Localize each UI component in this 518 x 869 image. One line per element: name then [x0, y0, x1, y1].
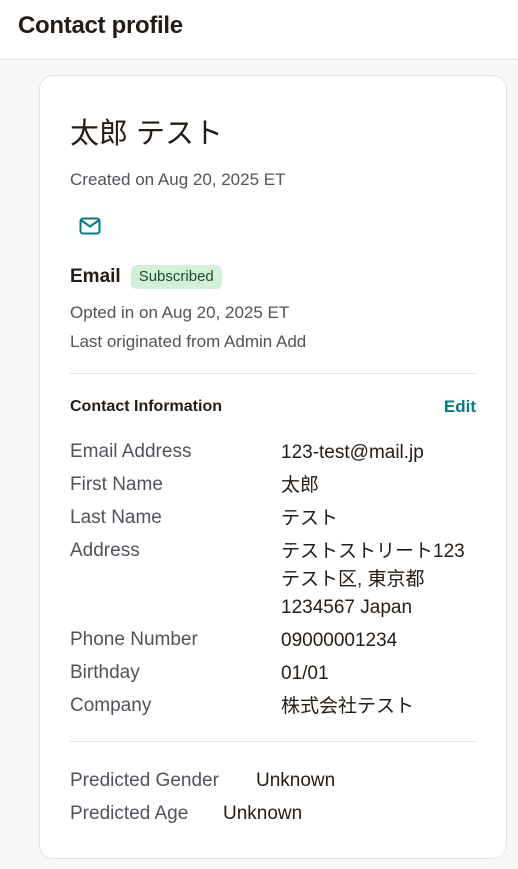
subscribed-badge: Subscribed — [130, 265, 222, 289]
divider — [70, 741, 477, 742]
edit-button[interactable]: Edit — [444, 397, 476, 417]
field-value-birthday: 01/01 — [281, 663, 329, 684]
email-label: Email — [70, 266, 121, 287]
field-value-email: 123-test@mail.jp — [281, 442, 424, 463]
field-label-last-name: Last Name — [70, 507, 162, 528]
origin-source: Last originated from Admin Add — [70, 332, 307, 351]
field-label-phone: Phone Number — [70, 629, 198, 650]
field-label-first-name: First Name — [70, 474, 163, 495]
field-label-email: Email Address — [70, 441, 192, 462]
predicted-age-value: Unknown — [223, 803, 303, 824]
predicted-age-label: Predicted Age — [70, 803, 189, 824]
contact-name: 太郎 テスト — [70, 118, 224, 150]
contact-info-heading: Contact Information — [70, 398, 222, 415]
field-value-phone: 09000001234 — [281, 630, 398, 651]
email-status-row: Email Subscribed — [70, 264, 222, 290]
field-value-address-line-2: テスト区, 東京都 — [281, 569, 425, 590]
page-title: Contact profile — [18, 12, 183, 39]
predicted-gender-value: Unknown — [256, 770, 336, 791]
field-label-address: Address — [70, 540, 140, 561]
divider — [70, 373, 477, 374]
mail-icon[interactable] — [79, 217, 101, 235]
field-label-birthday: Birthday — [70, 662, 140, 683]
top-bar: Contact profile — [0, 0, 518, 60]
field-value-address-line-3: 1234567 Japan — [281, 597, 413, 618]
field-label-company: Company — [70, 695, 152, 716]
created-date: Created on Aug 20, 2025 ET — [70, 170, 286, 189]
opted-in-date: Opted in on Aug 20, 2025 ET — [70, 303, 290, 322]
field-value-address-line-1: テストストリート123 — [281, 541, 465, 562]
contact-card: 太郎 テスト Created on Aug 20, 2025 ET Email … — [39, 75, 507, 859]
field-value-last-name: テスト — [281, 508, 339, 529]
field-value-first-name: 太郎 — [281, 475, 320, 496]
field-value-company: 株式会社テスト — [281, 696, 415, 717]
predicted-gender-label: Predicted Gender — [70, 770, 219, 791]
